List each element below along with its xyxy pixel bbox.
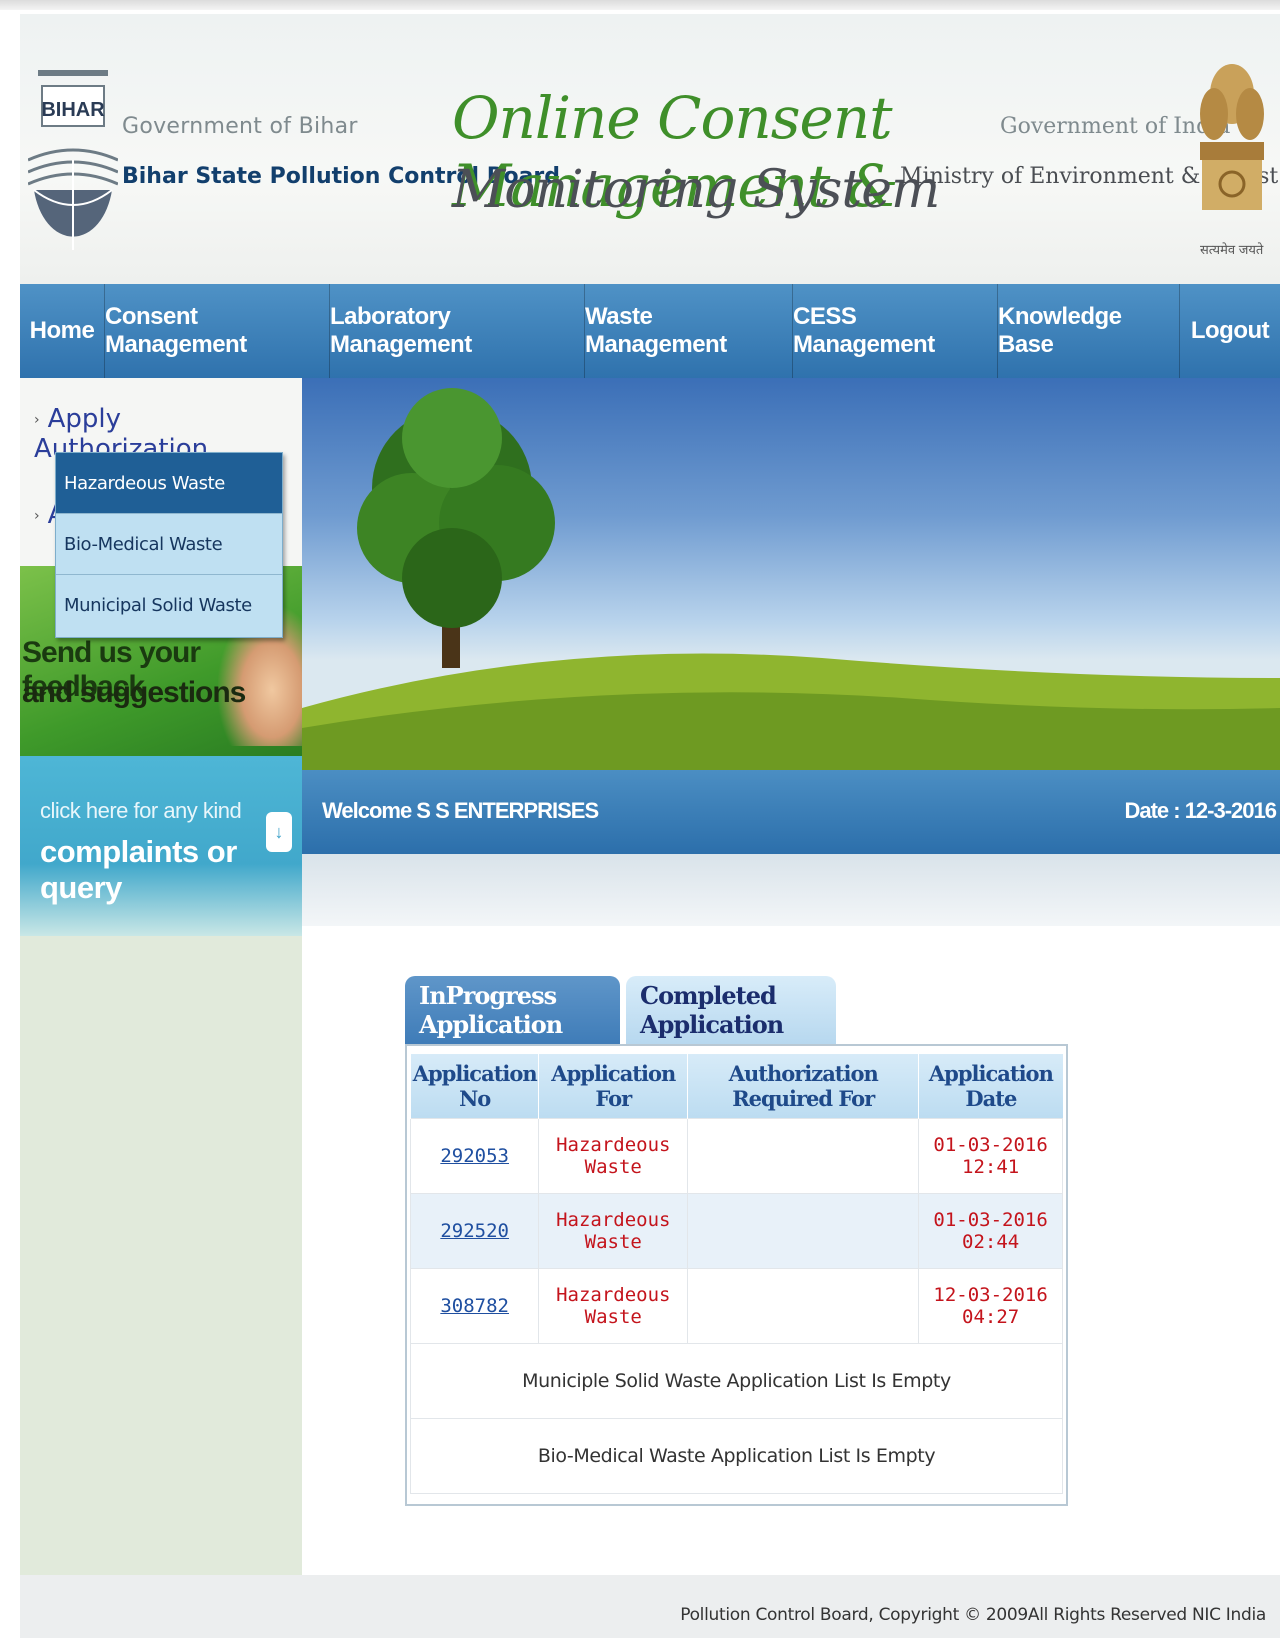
nav-home[interactable]: Home (20, 284, 105, 378)
table-header-row: Application No Application For Authoriza… (409, 1054, 1063, 1118)
welcome-text: Welcome S S ENTERPRISES (322, 798, 599, 823)
empty-list-message: Municiple Solid Waste Application List I… (410, 1342, 1063, 1419)
application-date-cell: 01-03-2016 12:41 (918, 1117, 1063, 1194)
application-no-link[interactable]: 292053 (409, 1117, 540, 1194)
application-for-cell: Hazardeous Waste (538, 1192, 689, 1269)
emblem-motto: सत्यमेव जयते (1200, 242, 1264, 257)
application-date-cell: 01-03-2016 02:44 (918, 1192, 1063, 1269)
authorization-required-cell (687, 1267, 920, 1344)
site-title-line2: Monitoring System (452, 160, 940, 220)
nav-waste-management[interactable]: Waste Management (585, 284, 793, 378)
nav-cess-management[interactable]: CESS Management (793, 284, 998, 378)
national-emblem-icon (1200, 64, 1264, 210)
arrow-down-icon[interactable]: ↓ (266, 812, 292, 852)
gov-bihar-label: Government of Bihar (122, 114, 358, 139)
tree-landscape-image (302, 388, 1280, 770)
site-header: BIHAR Government of Bihar Bihar State Po… (20, 14, 1280, 284)
application-tabs: InProgress Application Completed Applica… (405, 976, 842, 1044)
authorization-required-cell (687, 1192, 920, 1269)
hero-banner (302, 378, 1280, 770)
welcome-subbar (302, 854, 1280, 926)
nav-logout[interactable]: Logout (1180, 284, 1280, 378)
feedback-line2: and suggestions (22, 676, 246, 709)
application-no-link[interactable]: 292520 (409, 1192, 540, 1269)
empty-list-message: Bio-Medical Waste Application List Is Em… (410, 1417, 1063, 1494)
column-header-authorization-required-for: Authorization Required For (687, 1054, 919, 1118)
application-date-cell: 12-03-2016 04:27 (918, 1267, 1063, 1344)
bihar-logo: BIHAR (28, 70, 118, 250)
complaint-line2: complaints or query (40, 834, 237, 905)
top-border (0, 0, 1280, 10)
bihar-logo-text: BIHAR (41, 99, 105, 121)
table-row-empty: Bio-Medical Waste Application List Is Em… (410, 1417, 1063, 1494)
nav-consent-management[interactable]: Consent Management (105, 284, 330, 378)
bullet-arrow-icon: › (34, 411, 40, 428)
column-header-application-date: Application Date (918, 1054, 1063, 1118)
applications-table-container: Application No Application For Authoriza… (405, 1044, 1068, 1506)
menu-item-bio-medical-waste[interactable]: Bio-Medical Waste (56, 514, 282, 575)
bullet-arrow-icon: › (34, 507, 40, 524)
complaint-line1: click here for any kind (40, 798, 242, 823)
tab-inprogress-application[interactable]: InProgress Application (405, 976, 620, 1044)
applications-table: Application No Application For Authoriza… (409, 1054, 1063, 1494)
application-no-link[interactable]: 308782 (409, 1267, 540, 1344)
application-for-cell: Hazardeous Waste (538, 1267, 689, 1344)
column-header-application-for: Application For (538, 1054, 688, 1118)
table-row: 292520 Hazardeous Waste 01-03-2016 02:44 (409, 1192, 1063, 1269)
date-text: Date : 12-3-2016 (1124, 798, 1277, 823)
nav-laboratory-management[interactable]: Laboratory Management (330, 284, 585, 378)
table-row: 292053 Hazardeous Waste 01-03-2016 12:41 (409, 1117, 1063, 1194)
apply-authorization-dropdown: Hazardeous Waste Bio-Medical Waste Munic… (55, 452, 283, 638)
complaint-banner[interactable]: click here for any kind complaints or qu… (20, 756, 302, 936)
application-for-cell: Hazardeous Waste (538, 1117, 689, 1194)
site-footer: Pollution Control Board, Copyright © 200… (20, 1575, 1280, 1638)
table-row-empty: Municiple Solid Waste Application List I… (410, 1342, 1063, 1419)
menu-item-hazardous-waste[interactable]: Hazardeous Waste (56, 453, 282, 514)
main-nav: Home Consent Management Laboratory Manag… (20, 284, 1280, 378)
nav-knowledge-base[interactable]: Knowledge Base (998, 284, 1180, 378)
menu-item-municipal-solid-waste[interactable]: Municipal Solid Waste (56, 575, 282, 636)
tab-completed-application[interactable]: Completed Application (626, 976, 836, 1044)
welcome-bar: Welcome S S ENTERPRISES Date : 12-3-2016 (302, 770, 1280, 854)
authorization-required-cell (687, 1117, 920, 1194)
table-row: 308782 Hazardeous Waste 12-03-2016 04:27 (409, 1267, 1063, 1344)
column-header-application-no: Application No (409, 1054, 539, 1118)
copyright-text: Pollution Control Board, Copyright © 200… (680, 1605, 1266, 1625)
